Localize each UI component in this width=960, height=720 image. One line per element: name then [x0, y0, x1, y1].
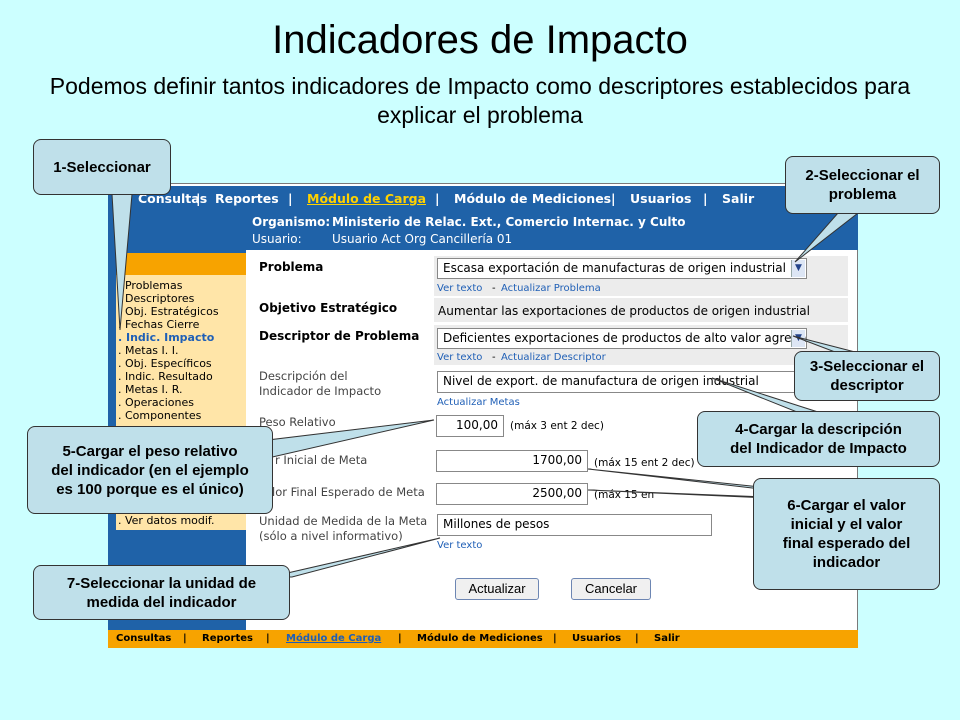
pointer-5	[267, 419, 435, 459]
callout-6-line3: final esperado del	[782, 535, 911, 552]
callout-2-line1: 2-Seleccionar el	[805, 167, 920, 184]
callout-3: 3-Seleccionar el descriptor	[794, 351, 940, 401]
pointer-3	[792, 335, 856, 353]
callout-6-line4: indicador	[812, 554, 881, 571]
callout-7: 7-Seleccionar la unidad de medida del in…	[33, 565, 290, 620]
callout-6: 6-Cargar el valor inicial y el valor fin…	[753, 478, 940, 590]
callout-4-line2: del Indicador de Impacto	[730, 440, 907, 457]
callout-4: 4-Cargar la descripción del Indicador de…	[697, 411, 940, 467]
callout-6-line1: 6-Cargar el valor	[787, 497, 906, 514]
pointer-2	[794, 212, 860, 263]
pointer-7	[269, 537, 441, 578]
callout-5-line1: 5-Cargar el peso relativo	[62, 442, 238, 460]
callout-5-line2: del indicador (en el ejemplo	[51, 461, 249, 479]
callout-5-line3: es 100 porque es el único)	[56, 480, 244, 498]
callout-7-line1: 7-Seleccionar la unidad de	[66, 574, 257, 592]
callout-4-line1: 4-Cargar la descripción	[735, 421, 902, 438]
callout-1: 1-Seleccionar	[33, 139, 171, 195]
callout-5: 5-Cargar el peso relativo del indicador …	[27, 426, 273, 514]
callout-3-line2: descriptor	[830, 377, 904, 394]
callout-3-line1: 3-Seleccionar el	[809, 358, 925, 375]
callout-2-line2: problema	[828, 186, 897, 203]
callout-7-line2: medida del indicador	[86, 593, 237, 611]
callout-2: 2-Seleccionar el problema	[785, 156, 940, 214]
pointer-1	[111, 193, 133, 331]
callout-6-line2: inicial y el valor	[790, 516, 903, 533]
callout-1-text: 1-Seleccionar	[53, 158, 151, 176]
